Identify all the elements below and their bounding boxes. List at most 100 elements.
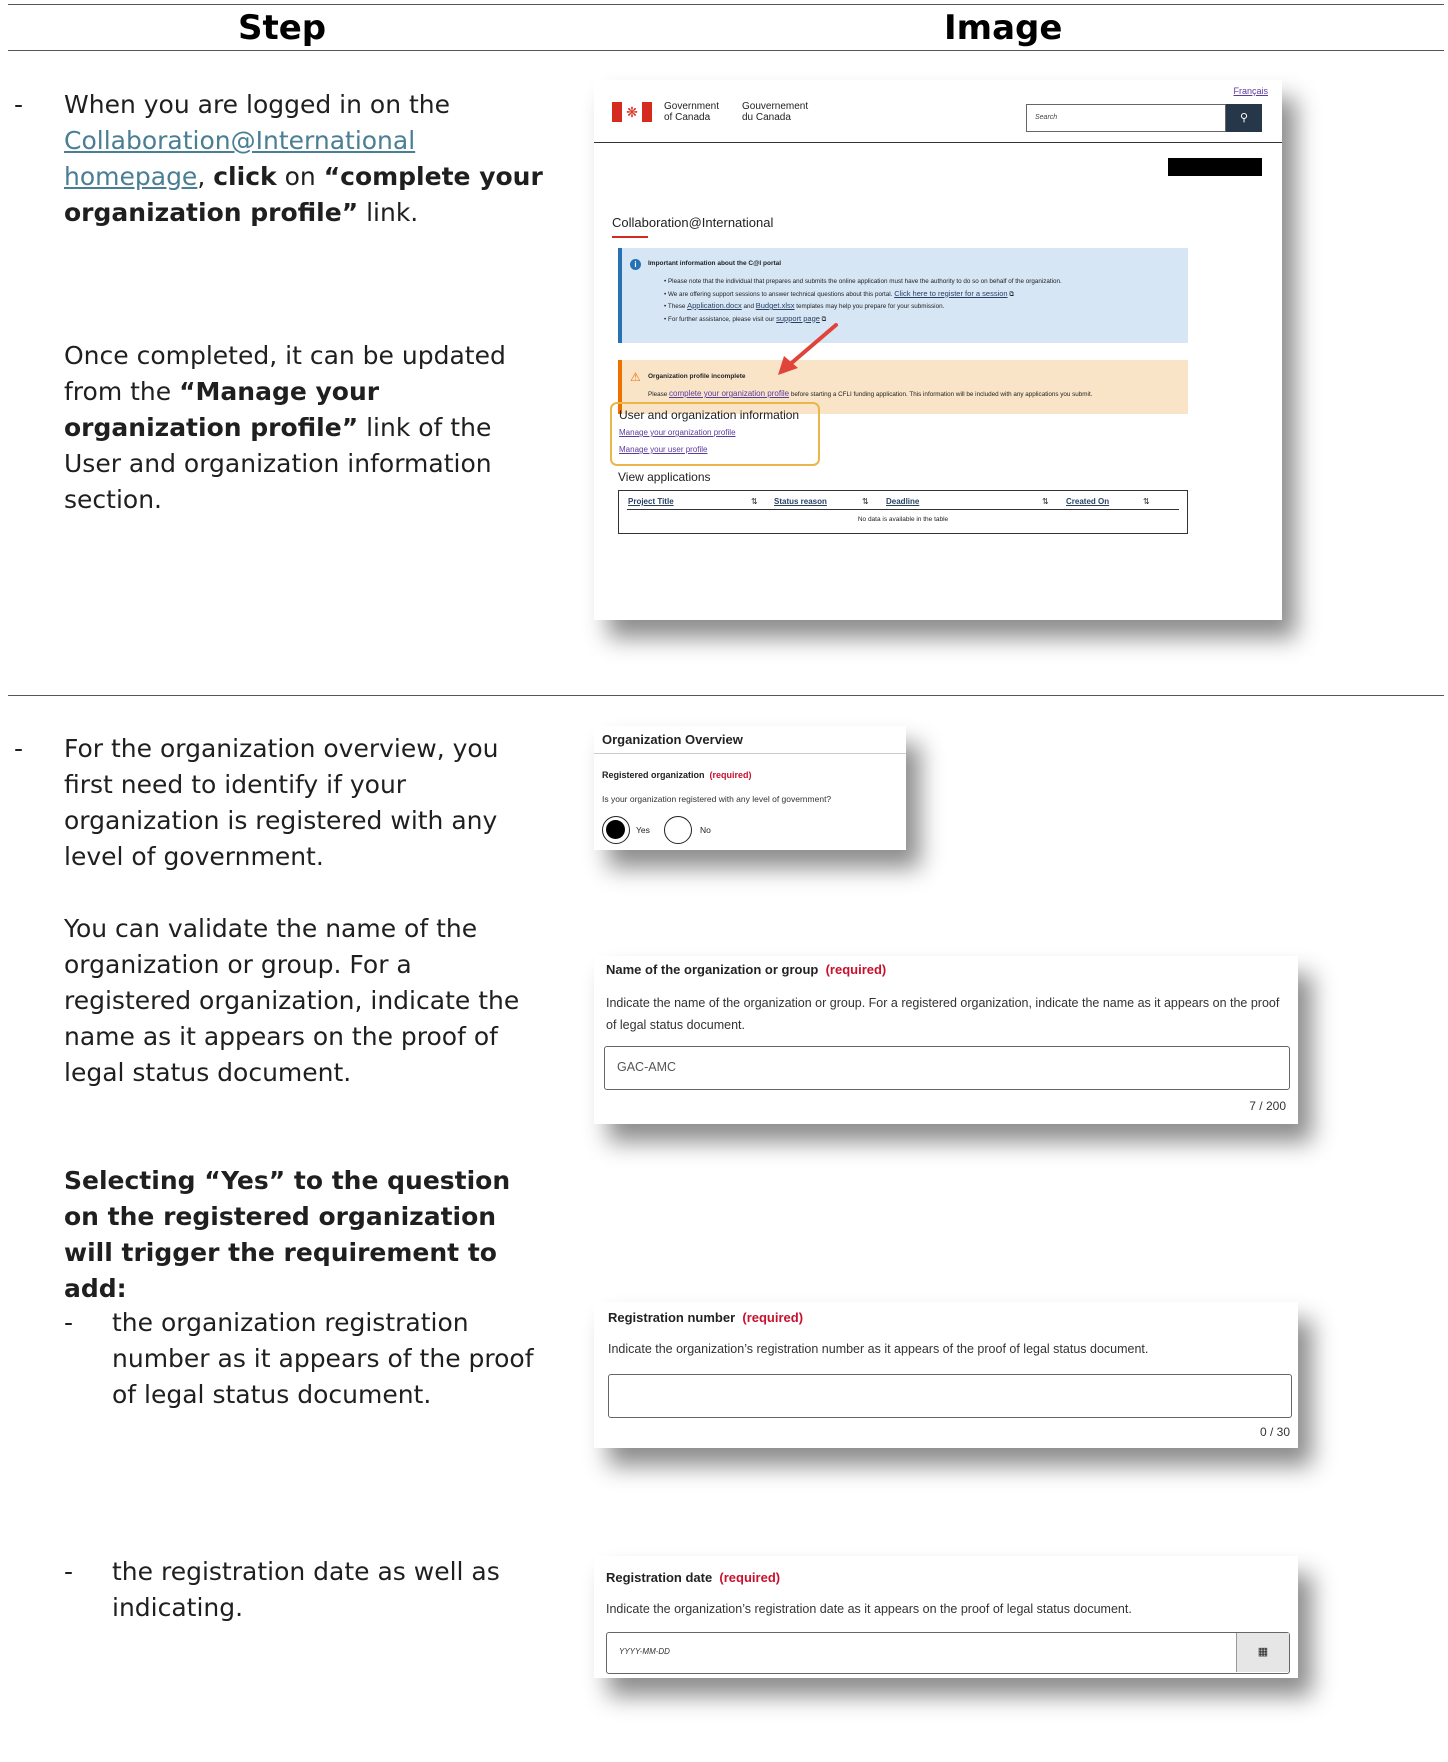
user-org-section-title: User and organization information	[619, 408, 800, 422]
reg-date-screenshot: Registration date (required) Indicate th…	[594, 1556, 1298, 1678]
warning-icon: ⚠	[630, 370, 641, 384]
radio-yes[interactable]	[602, 816, 630, 844]
sort-icon[interactable]: ⇅	[1042, 497, 1049, 506]
header-rule	[8, 50, 1444, 51]
org-name-hint: Indicate the name of the organization or…	[606, 996, 1280, 1032]
text-fragment: ,	[197, 162, 214, 191]
search-button[interactable]: ⚲	[1226, 104, 1262, 132]
text-fragment: click	[213, 162, 277, 191]
table-header-divider	[627, 509, 1179, 510]
reg-date-label: Registration date (required)	[606, 1570, 780, 1585]
step2-trigger-text: Selecting “Yes” to the question on the r…	[64, 1166, 511, 1303]
text-fragment: When you are logged in on the	[64, 90, 451, 119]
bullet-dash: -	[64, 1308, 74, 1337]
reg-number-label: Registration number (required)	[608, 1310, 803, 1325]
org-name-input[interactable]: GAC-AMC	[604, 1046, 1290, 1090]
search-icon: ⚲	[1239, 112, 1249, 124]
text-fragment: on	[276, 162, 324, 191]
warning-title: Organization profile incomplete	[648, 373, 746, 380]
sort-icon[interactable]: ⇅	[751, 497, 758, 506]
text-fragment: For further assistance, please visit our	[667, 315, 777, 323]
step2-instruction: For the organization overview, you first…	[64, 734, 499, 871]
register-session-link[interactable]: Click here to register for a session	[894, 289, 1007, 298]
red-arrow-annotation	[778, 323, 838, 375]
manage-user-profile-link[interactable]: Manage your user profile	[619, 445, 708, 454]
column-header-step: Step	[238, 8, 327, 48]
required-marker: (required)	[742, 1310, 804, 1325]
col-created-on[interactable]: Created On	[1066, 497, 1109, 506]
gov-wordmark-fr: Gouvernement du Canada	[742, 101, 808, 123]
overview-divider	[594, 753, 906, 754]
info-bullets: • Please note that the individual that p…	[664, 276, 1184, 325]
text-fragment: Please	[648, 391, 670, 398]
reg-date-hint: Indicate the organization’s registration…	[606, 1602, 1132, 1616]
overview-title: Organization Overview	[602, 732, 743, 747]
reg-number-screenshot: Registration number (required) Indicate …	[594, 1302, 1298, 1448]
requirement-registration-date: the registration date as well as indicat…	[112, 1557, 500, 1622]
view-applications-heading: View applications	[618, 470, 711, 484]
search-placeholder: Search	[1035, 114, 1058, 121]
canada-flag-icon: ❋	[612, 102, 652, 122]
org-name-screenshot: Name of the organization or group (requi…	[594, 956, 1298, 1124]
reg-date-placeholder: YYYY-MM-DD	[619, 1647, 670, 1656]
registered-org-label: Registered organization (required)	[602, 770, 752, 780]
text-line: du Canada	[742, 112, 791, 123]
registered-question: Is your organization registered with any…	[602, 794, 832, 804]
step1-instruction: When you are logged in on the Collaborat…	[64, 87, 544, 231]
org-name-value: GAC-AMC	[617, 1060, 677, 1074]
empty-table-message: No data is available in the table	[857, 516, 949, 523]
text-fragment: Please note that the individual that pre…	[667, 278, 1062, 285]
info-title: Important information about the C@I port…	[648, 260, 782, 267]
col-status-reason[interactable]: Status reason	[774, 497, 827, 506]
budget-template-link[interactable]: Budget.xlsx	[756, 301, 795, 310]
info-bullet: • Please note that the individual that p…	[664, 278, 1062, 285]
manage-org-profile-link[interactable]: Manage your organization profile	[619, 428, 736, 437]
col-deadline[interactable]: Deadline	[886, 497, 919, 506]
reg-number-counter: 0 / 30	[1259, 1425, 1290, 1439]
text-fragment: These	[667, 303, 688, 310]
reg-date-input[interactable]: YYYY-MM-DD ▦	[606, 1632, 1290, 1674]
column-header-image: Image	[944, 8, 1063, 48]
org-name-label: Name of the organization or group (requi…	[606, 962, 886, 977]
col-project-title[interactable]: Project Title	[628, 497, 674, 506]
calendar-icon: ▦	[1257, 1646, 1269, 1658]
site-title: Collaboration@International	[612, 215, 774, 230]
application-template-link[interactable]: Application.docx	[687, 301, 742, 310]
applications-table: Project Title ⇅ Status reason ⇅ Deadline…	[618, 490, 1188, 534]
text-line: Gouvernement	[742, 101, 809, 112]
radio-yes-label: Yes	[636, 825, 650, 835]
reg-number-hint: Indicate the organization’s registration…	[608, 1342, 1149, 1356]
radio-no-label: No	[700, 825, 711, 835]
language-toggle-link[interactable]: Français	[1233, 86, 1268, 96]
bullet-dash: -	[14, 90, 24, 119]
reg-number-input[interactable]	[608, 1374, 1292, 1418]
text-fragment: before starting a CFLI funding applicati…	[789, 391, 1093, 398]
text-line: of Canada	[664, 112, 711, 123]
org-overview-screenshot: Organization Overview Registered organiz…	[594, 726, 906, 850]
text-fragment: Name of the organization or group	[606, 962, 819, 977]
header-divider	[594, 142, 1282, 143]
requirement-registration-number: the organization registration number as …	[112, 1308, 534, 1409]
radio-no[interactable]	[664, 816, 692, 844]
calendar-button[interactable]: ▦	[1236, 1633, 1289, 1672]
text-fragment: templates may help you prepare for your …	[794, 303, 945, 310]
text-fragment: Registration date	[606, 1570, 713, 1585]
complete-profile-link[interactable]: complete your organization profile	[669, 389, 789, 398]
portal-screenshot: Français ❋ Government of Canada Gouvernem…	[594, 80, 1282, 620]
step1-followup: Once completed, it can be updated from t…	[64, 338, 544, 518]
top-rule	[8, 4, 1444, 5]
text-line: Government	[664, 101, 720, 112]
bullet-dash: -	[64, 1557, 74, 1586]
gov-wordmark-en: Government of Canada	[664, 101, 719, 123]
text-fragment: We are offering support sessions to answ…	[667, 290, 895, 298]
redacted-block	[1168, 158, 1262, 176]
section-rule	[8, 695, 1444, 696]
search-input[interactable]: Search	[1026, 104, 1226, 132]
required-marker: (required)	[709, 770, 752, 780]
info-icon: i	[630, 259, 641, 270]
info-bullet: • For further assistance, please visit o…	[664, 313, 827, 323]
sort-icon[interactable]: ⇅	[862, 497, 869, 506]
sort-icon[interactable]: ⇅	[1143, 497, 1150, 506]
warning-message: Please complete your organization profil…	[648, 389, 1184, 398]
required-marker: (required)	[825, 962, 887, 977]
